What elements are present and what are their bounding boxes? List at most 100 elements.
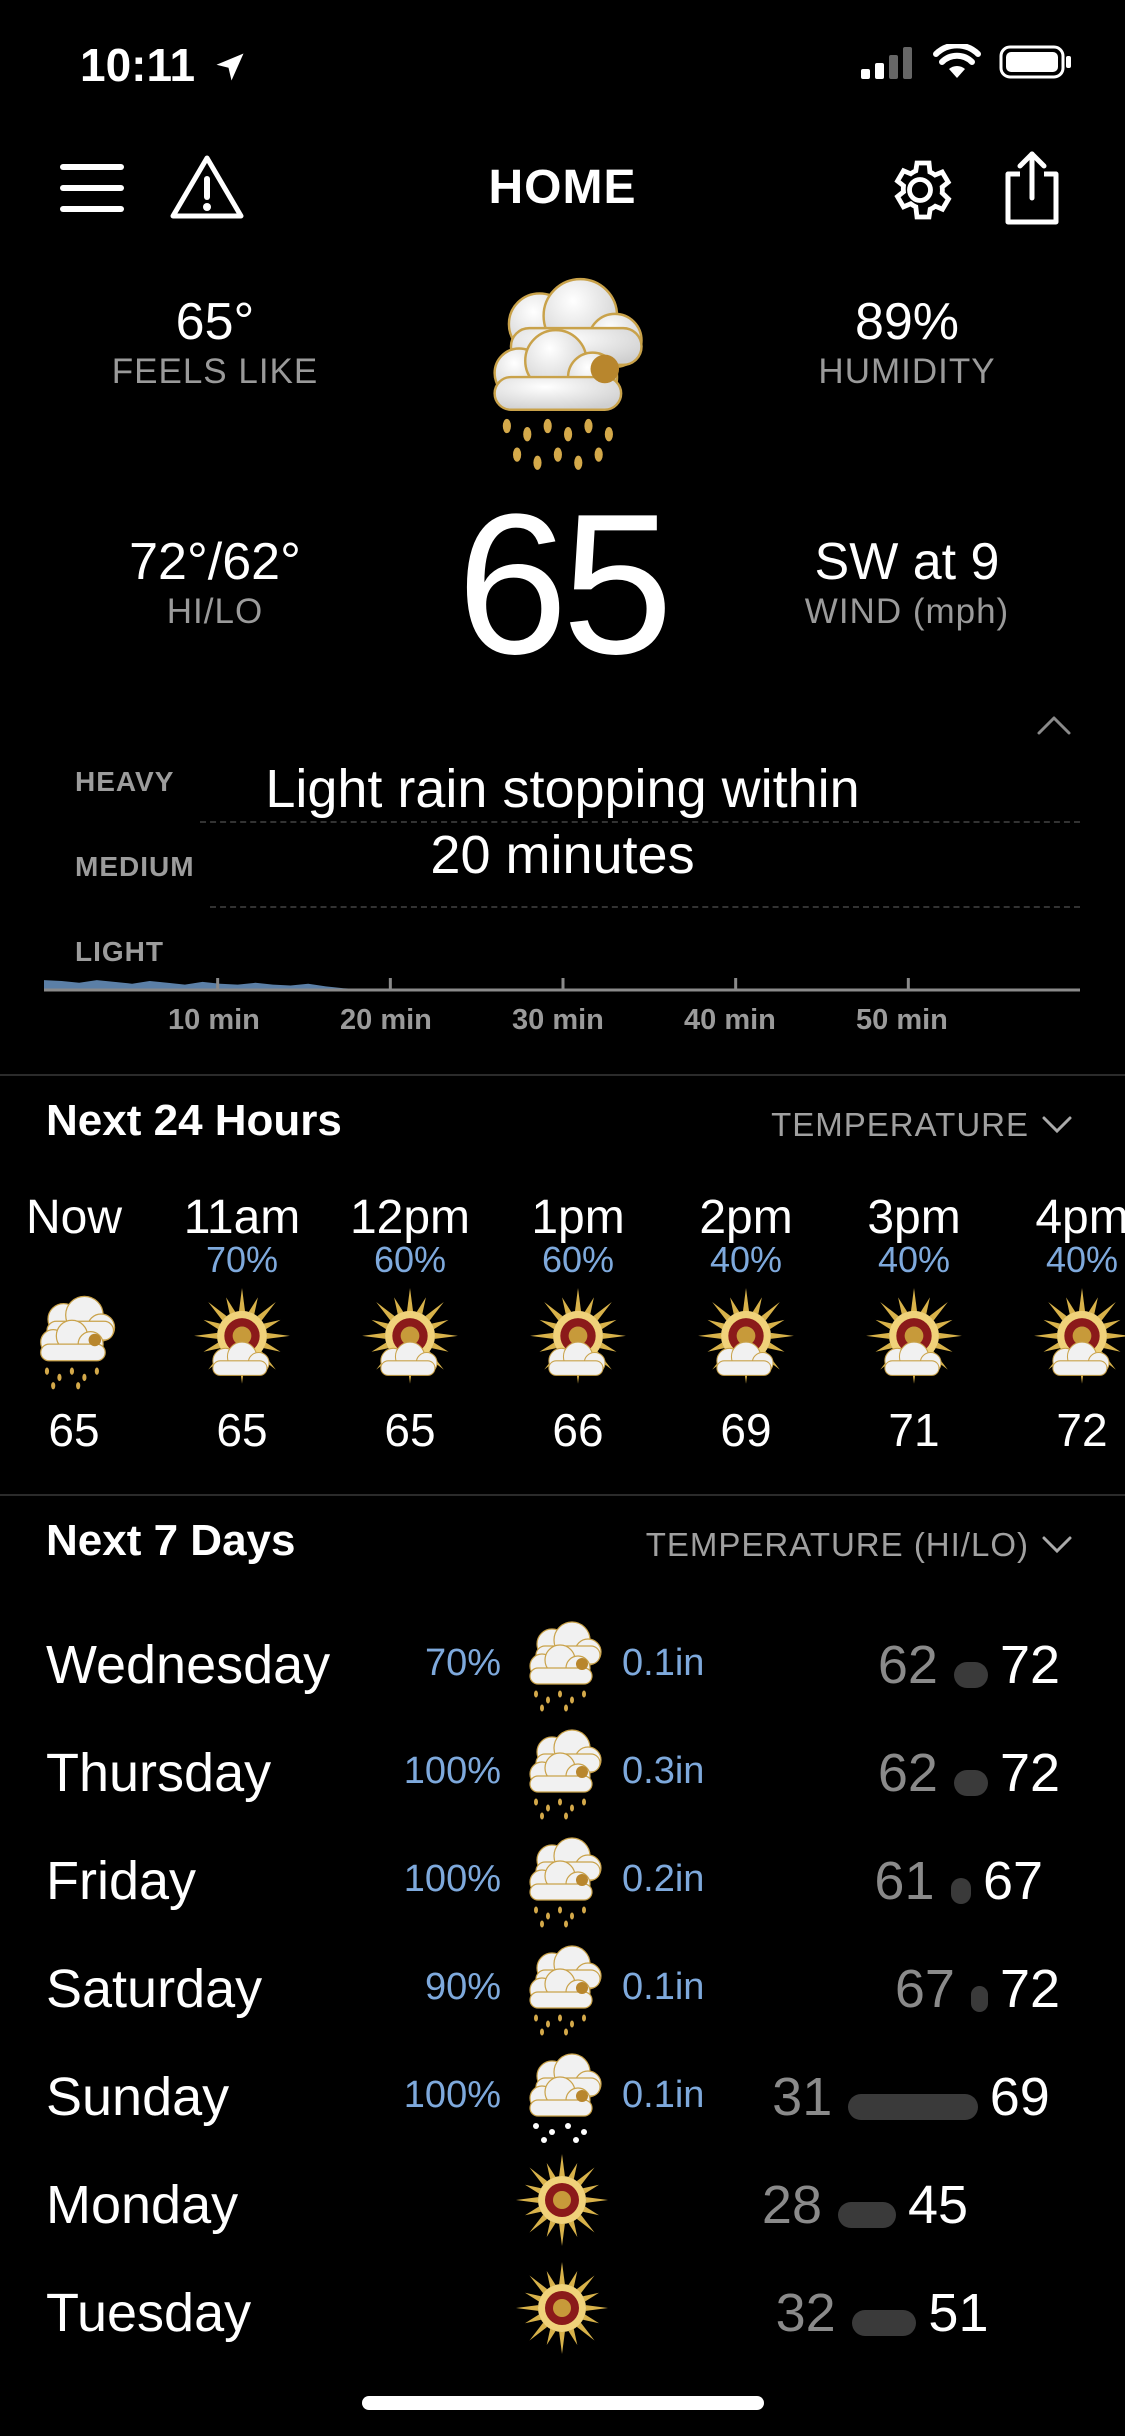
day-precip-chance: 90%	[424, 1966, 501, 2008]
collapse-chevron-icon[interactable]	[1036, 714, 1072, 736]
day-low-temp: 67	[894, 1959, 955, 2019]
sun-cloud-icon	[326, 1285, 494, 1395]
day-high-temp: 45	[907, 2175, 969, 2235]
wind-label: WIND (mph)	[804, 592, 1010, 631]
day-row[interactable]: Thursday 100% 0.3in 62 72	[0, 1718, 1125, 1826]
day-row[interactable]: Sunday 100% 0.1in 31 69	[0, 2042, 1125, 2150]
hourly-precip-chance: 40%	[1045, 1239, 1119, 1280]
precip-chart	[44, 978, 1080, 992]
wind-value: SW at 9	[814, 533, 1000, 591]
hourly-time: 4pm	[1035, 1191, 1125, 1244]
feels-like: 65° FEELS LIKE	[60, 292, 370, 392]
home-indicator[interactable]	[362, 2396, 764, 2410]
sun-cloud-icon	[830, 1285, 998, 1395]
day-temp-range-bar	[838, 2202, 896, 2228]
day-low-temp: 32	[775, 2283, 836, 2343]
settings-gear-icon[interactable]	[884, 154, 956, 226]
day-high-temp: 69	[989, 2067, 1050, 2127]
day-low-temp: 31	[772, 2067, 833, 2127]
humidity-label: HUMIDITY	[818, 352, 996, 391]
day-name: Monday	[46, 2175, 239, 2235]
sun-cloud-icon	[998, 1285, 1125, 1395]
hourly-time: 11am	[183, 1191, 301, 1244]
rain-cloud-icon	[0, 1285, 158, 1395]
hourly-metric-selector[interactable]: TEMPERATURE	[771, 1106, 1073, 1144]
day-high-temp: 51	[928, 2283, 989, 2343]
hourly-precip-chance: 60%	[541, 1239, 615, 1280]
day-precip-amount: 0.2in	[622, 1858, 705, 1900]
hourly-item[interactable]: 11am 70% 65	[158, 1190, 326, 1457]
day-row[interactable]: Wednesday 70% 0.1in 62 72	[0, 1610, 1125, 1718]
hourly-item[interactable]: 1pm 60% 66	[494, 1190, 662, 1457]
chevron-down-icon	[1042, 1116, 1072, 1134]
hourly-temperature: 65	[216, 1404, 268, 1456]
day-name: Sunday	[46, 2067, 230, 2127]
current-temperature: 65	[456, 473, 673, 696]
hourly-item[interactable]: 12pm 60% 65	[326, 1190, 494, 1457]
precip-tick-label: 50 min	[856, 1004, 948, 1036]
day-precip-amount: 0.3in	[622, 1750, 705, 1792]
status-time-text: 10:11	[80, 39, 196, 91]
day-row[interactable]: Monday 28 45	[0, 2150, 1125, 2258]
day-high-temp: 72	[1000, 1959, 1061, 2019]
day-name: Friday	[46, 1851, 197, 1911]
hi-lo-label: HI/LO	[166, 592, 264, 631]
hourly-strip[interactable]: Now 65 11am 70% 65 12pm 60% 65 1pm 60% 66 2pm 40% 69 3…	[0, 1190, 1125, 1460]
day-high-temp: 72	[1000, 1743, 1061, 1803]
day-precip-chance: 70%	[424, 1642, 501, 1684]
hourly-temperature: 69	[720, 1404, 772, 1456]
day-temp-range-bar	[970, 1986, 988, 2012]
hourly-temperature: 71	[888, 1404, 940, 1456]
rain-cloud-icon	[512, 1938, 612, 2038]
cellular-signal-icon	[861, 47, 912, 79]
hourly-selector-label: TEMPERATURE	[771, 1106, 1029, 1143]
precip-message: Light rain stopping within 20 minutes	[265, 759, 860, 885]
status-icons	[861, 44, 1073, 80]
hourly-precip-chance: 60%	[373, 1239, 447, 1280]
day-low-temp: 61	[874, 1851, 935, 1911]
day-precip-amount: 0.1in	[622, 2074, 705, 2116]
day-row[interactable]: Tuesday 32 51	[0, 2258, 1125, 2366]
day-temp-range-bar	[848, 2094, 978, 2120]
share-icon[interactable]	[1002, 150, 1062, 226]
hi-lo-value: 72°/62°	[129, 533, 301, 591]
precip-tick-label: 30 min	[512, 1004, 604, 1036]
rain-cloud-icon	[512, 1830, 612, 1930]
day-precip-chance: 100%	[403, 1750, 501, 1792]
precip-gridline-medium	[210, 906, 1080, 908]
day-row[interactable]: Saturday 90% 0.1in 67 72	[0, 1934, 1125, 2042]
day-name: Saturday	[46, 1959, 263, 2019]
battery-icon	[999, 45, 1071, 79]
precip-tick-label: 20 min	[340, 1004, 432, 1036]
rain-cloud-icon	[512, 1614, 612, 1714]
hourly-time: 12pm	[349, 1191, 471, 1244]
precip-level-medium: MEDIUM	[75, 851, 195, 882]
hourly-item[interactable]: Now 65	[0, 1190, 158, 1457]
day-row[interactable]: Friday 100% 0.2in 61 67	[0, 1826, 1125, 1934]
day-temp-range-bar	[851, 2310, 917, 2336]
day-precip-amount: 0.1in	[622, 1966, 705, 2008]
hourly-time: 2pm	[699, 1191, 793, 1244]
wind: SW at 9 WIND (mph)	[752, 532, 1062, 632]
hourly-time: 1pm	[531, 1191, 625, 1244]
chevron-down-icon	[1042, 1536, 1072, 1554]
day-temp-range-bar	[953, 1770, 988, 1796]
hourly-precip-chance: 40%	[709, 1239, 783, 1280]
day-precip-chance: 100%	[403, 2074, 501, 2116]
day-low-temp: 62	[877, 1743, 938, 1803]
sun-cloud-icon	[158, 1285, 326, 1395]
day-precip-amount: 0.1in	[622, 1642, 705, 1684]
rain-cloud-icon	[493, 277, 643, 470]
sun-cloud-icon	[662, 1285, 830, 1395]
hourly-temperature: 72	[1056, 1404, 1108, 1456]
snow-cloud-icon	[512, 2046, 612, 2146]
precip-tick-label: 40 min	[684, 1004, 776, 1036]
hourly-item[interactable]: 4pm 40% 72	[998, 1190, 1125, 1457]
day-high-temp: 72	[1000, 1635, 1061, 1695]
hourly-item[interactable]: 2pm 40% 69	[662, 1190, 830, 1457]
section-divider	[0, 1074, 1125, 1076]
hourly-precip-chance: 70%	[205, 1239, 279, 1280]
location-arrow-icon	[216, 53, 244, 81]
hourly-item[interactable]: 3pm 40% 71	[830, 1190, 998, 1457]
daily-metric-selector[interactable]: TEMPERATURE (HI/LO)	[646, 1526, 1073, 1564]
